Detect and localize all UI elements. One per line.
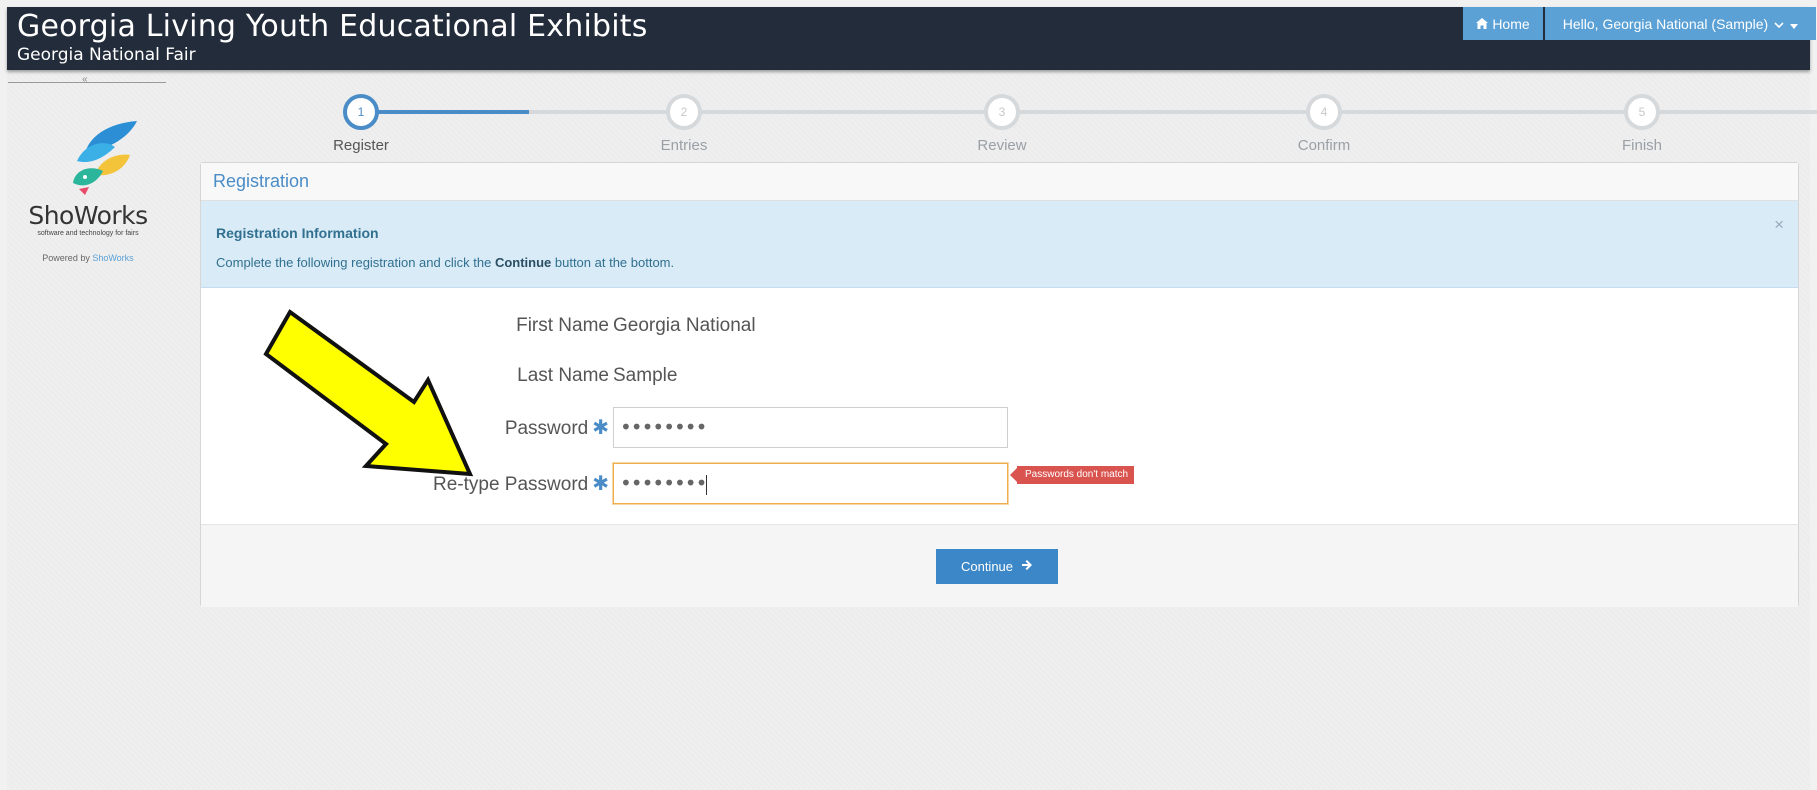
step-1-circle: 1 [343,94,379,130]
brand-tagline: software and technology for fairs [37,230,139,237]
panel-footer: Continue [201,524,1798,607]
stepper-track-active [361,110,529,114]
progress-stepper: 1 Register 2 Entries 3 Review 4 Confirm … [200,90,1817,160]
step-2-circle: 2 [666,94,702,130]
top-header: Georgia Living Youth Educational Exhibit… [7,7,1816,70]
info-text-before: Complete the following registration and … [216,255,495,270]
app-title: Georgia Living Youth Educational Exhibit… [17,9,648,44]
showorks-logo-icon [55,113,145,203]
first-name-value: Georgia National [613,315,756,336]
chevron-down-icon [1774,16,1784,32]
step-5-label: Finish [1621,137,1662,154]
arrow-right-icon [1021,559,1033,574]
user-menu-button[interactable]: Hello, Georgia National (Sample) [1545,7,1816,40]
user-label: Hello, Georgia National (Sample) [1562,15,1769,32]
powered-by: Powered by ShoWorks [28,253,148,263]
step-4-label: Confirm [1297,137,1351,154]
info-alert: Registration Information Complete the fo… [201,201,1798,288]
step-3-label: Review [977,137,1027,154]
powered-prefix: Powered by [42,253,93,263]
sidebar-collapse-toggle[interactable]: « [8,74,166,85]
step-5-circle: 5 [1624,94,1660,130]
panel-heading: Registration [201,163,1798,201]
step-3-circle: 3 [984,94,1020,130]
info-text-bold: Continue [494,255,552,270]
required-icon: ✱ [592,473,609,495]
retype-password-value: •••••••• [620,471,707,495]
password-input[interactable]: •••••••• [613,407,1008,448]
step-4-circle: 4 [1306,94,1342,130]
annotation-arrow-icon [262,308,477,478]
password-mismatch-error: Passwords don't match [1009,466,1135,484]
continue-label: Continue [960,559,1014,574]
info-text: Complete the following registration and … [216,255,1783,270]
collapse-icon: « [82,74,88,85]
password-label-text: Password [504,418,589,439]
last-name-value: Sample [613,365,678,386]
home-icon [1476,16,1489,32]
step-1-label: Register [333,137,389,154]
home-button[interactable]: Home [1463,7,1543,40]
step-2-label: Entries [660,137,708,154]
home-label: Home [1492,15,1530,32]
required-icon: ✱ [592,417,609,439]
brand-name: ShoWorks [28,201,148,230]
caret-down-icon [1790,16,1799,32]
showorks-link[interactable]: ShoWorks [92,253,133,263]
close-icon[interactable]: × [1774,215,1784,235]
retype-password-input[interactable]: •••••••• [613,463,1008,504]
continue-button[interactable]: Continue [936,549,1058,584]
info-text-after: button at the bottom. [551,255,675,270]
info-title: Registration Information [216,225,379,241]
text-cursor [706,474,708,495]
app-subtitle: Georgia National Fair [17,45,196,65]
